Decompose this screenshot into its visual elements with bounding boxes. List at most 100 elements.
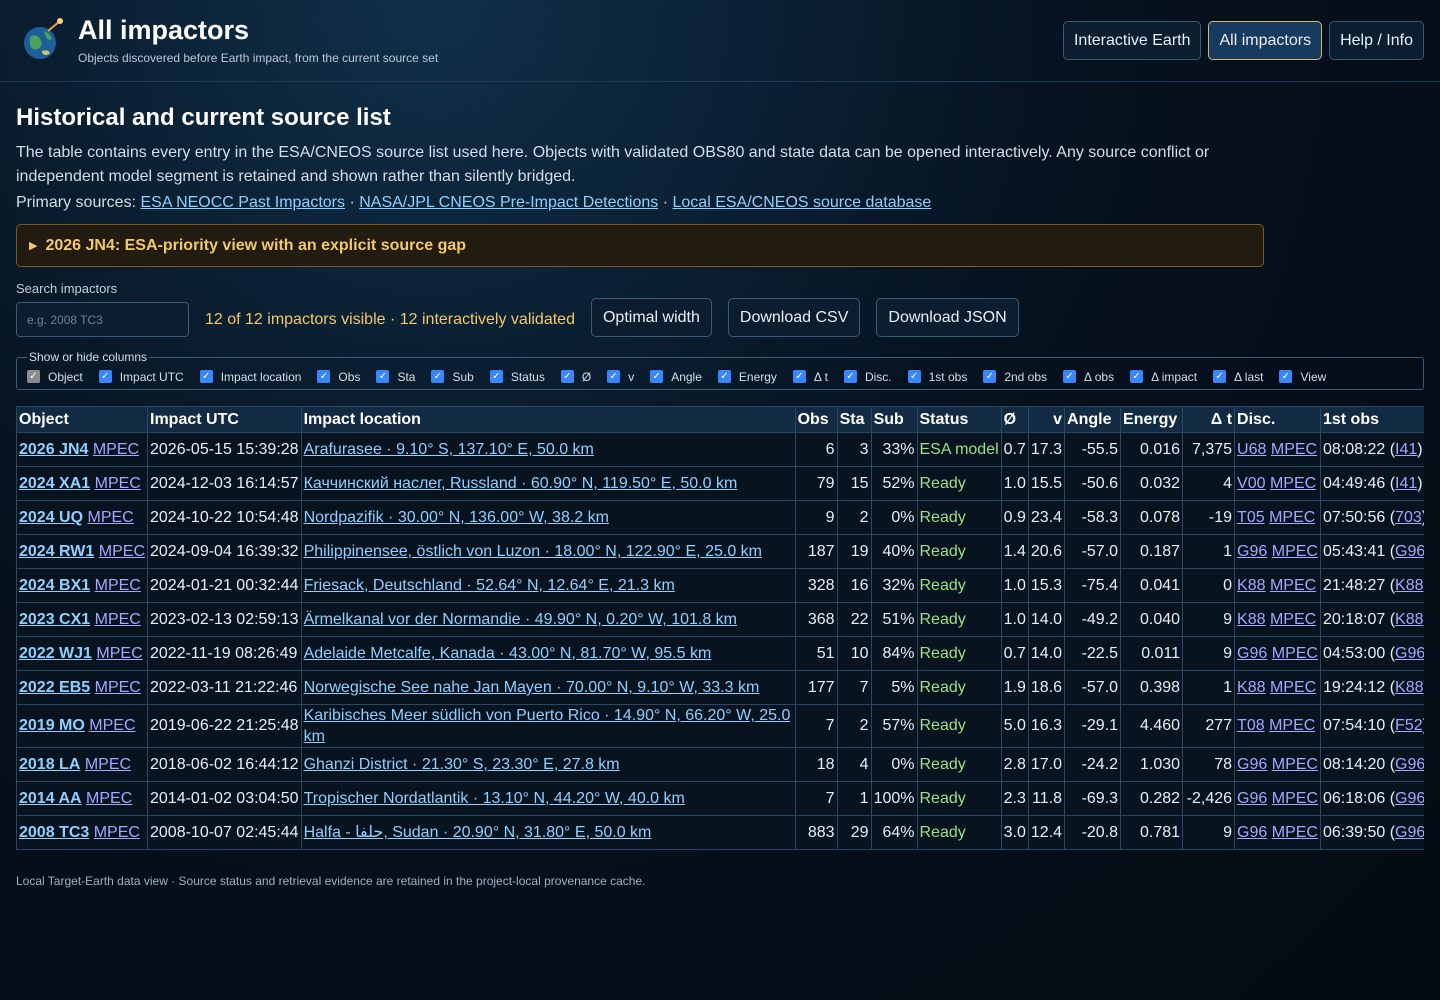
discovery-code-link[interactable]: T08 (1237, 717, 1265, 734)
column-header[interactable]: Δ t (1182, 406, 1236, 433)
checkbox-icon[interactable]: ✓ (98, 370, 112, 383)
checkbox-icon[interactable]: ✓ (1063, 370, 1077, 383)
source-link-local-db[interactable]: Local ESA/CNEOS source database (673, 194, 932, 211)
mpec-link[interactable]: MPEC (95, 679, 141, 696)
impactors-table-wrapper[interactable]: Object Impact UTC Impact location Obs Sta Sub… (16, 406, 1424, 850)
nav-all-impactors-button[interactable]: All impactors (1208, 21, 1323, 60)
impact-location-link[interactable]: Tropischer Nordatlantik · 13.10° N, 44.2… (304, 790, 685, 807)
column-header[interactable]: Ø (1000, 406, 1029, 433)
impact-location-link[interactable]: Adelaide Metcalfe, Kanada · 43.00° N, 81… (304, 645, 712, 662)
impact-location-link[interactable]: Каччинский наслег, Russland · 60.90° N, … (304, 475, 738, 492)
first-obs-station-link[interactable]: I41 (1395, 441, 1417, 458)
object-link[interactable]: 2022 WJ1 (19, 645, 92, 662)
discovery-code-link[interactable]: G96 (1237, 645, 1267, 662)
table-row[interactable]: 2014 AA MPEC 2014-01-02 03:04:50 Tropische… (16, 781, 1424, 816)
mpec-link[interactable]: MPEC (99, 543, 145, 560)
first-obs-station-link[interactable]: G96 (1395, 543, 1424, 560)
search-input[interactable] (16, 302, 189, 337)
discovery-code-link[interactable]: K88 (1237, 611, 1265, 628)
object-link[interactable]: 2024 UQ (19, 509, 83, 526)
impact-location-link[interactable]: Norwegische See nahe Jan Mayen · 70.00° … (304, 679, 760, 696)
checkbox-icon[interactable]: ✓ (431, 370, 445, 383)
column-toggle-item[interactable]: ✓ Angle (650, 370, 702, 384)
download-json-button[interactable]: Download JSON (876, 298, 1019, 337)
checkbox-icon[interactable]: ✓ (489, 370, 503, 383)
checkbox-icon[interactable]: ✓ (376, 370, 390, 383)
discovery-code-link[interactable]: V00 (1237, 475, 1265, 492)
column-toggle-item[interactable]: ✓ Impact location (199, 370, 301, 384)
checkbox-icon[interactable]: ✓ (717, 370, 731, 383)
discovery-code-link[interactable]: K88 (1237, 577, 1265, 594)
column-header[interactable]: Status (916, 406, 1002, 433)
table-row[interactable]: 2022 EB5 MPEC 2022-03-11 21:22:46 Norwegis… (16, 670, 1424, 705)
column-header[interactable]: Energy (1120, 406, 1184, 433)
mpec-link[interactable]: MPEC (88, 509, 134, 526)
column-toggle-item[interactable]: ✓ Obs (317, 370, 360, 384)
discovery-code-link[interactable]: K88 (1237, 679, 1265, 696)
first-obs-station-link[interactable]: K88 (1395, 577, 1423, 594)
first-obs-station-link[interactable]: K88 (1395, 611, 1423, 628)
checkbox-icon[interactable]: ✓ (1279, 370, 1293, 383)
discovery-code-link[interactable]: T05 (1237, 509, 1265, 526)
object-link[interactable]: 2026 JN4 (19, 441, 88, 458)
column-toggle-item[interactable]: ✓ View (1279, 370, 1326, 384)
optimal-width-button[interactable]: Optimal width (590, 298, 712, 337)
column-header[interactable]: Angle (1064, 406, 1122, 433)
table-row[interactable]: 2023 CX1 MPEC 2023-02-13 02:59:13 Ärmelkan… (16, 602, 1424, 637)
table-row[interactable]: 2026 JN4 MPEC 2026-05-15 15:39:28 Arafuras… (16, 432, 1424, 467)
mpec-link[interactable]: MPEC (86, 790, 132, 807)
checkbox-icon[interactable]: ✓ (1130, 370, 1144, 383)
checkbox-icon[interactable]: ✓ (650, 370, 664, 383)
column-toggle-item[interactable]: ✓ Sta (376, 370, 415, 384)
checkbox-icon[interactable]: ✓ (607, 370, 621, 383)
column-toggle-item[interactable]: ✓ Disc. (843, 370, 892, 384)
column-header[interactable]: 1st obs (1319, 406, 1424, 433)
mpec-link[interactable]: MPEC (96, 645, 142, 662)
first-obs-station-link[interactable]: K88 (1395, 679, 1423, 696)
table-row[interactable]: 2024 XA1 MPEC 2024-12-03 16:14:57 Каччинск… (16, 466, 1424, 501)
object-link[interactable]: 2014 AA (19, 790, 82, 807)
checkbox-icon[interactable]: ✓ (199, 370, 213, 383)
checkbox-icon[interactable]: ✓ (983, 370, 997, 383)
column-header[interactable]: Impact location (300, 406, 796, 433)
first-obs-station-link[interactable]: G96 (1395, 756, 1424, 773)
impact-location-link[interactable]: Philippinensee, östlich von Luzon · 18.0… (304, 543, 762, 560)
mpec-link[interactable]: MPEC (95, 475, 141, 492)
impact-location-link[interactable]: Ärmelkanal vor der Normandie · 49.90° N,… (304, 611, 737, 628)
column-toggle-item[interactable]: ✓ Object (27, 370, 83, 384)
mpec-link[interactable]: MPEC (95, 577, 141, 594)
table-row[interactable]: 2024 RW1 MPEC 2024-09-04 16:39:32 Philippi… (16, 534, 1424, 569)
object-link[interactable]: 2024 RW1 (19, 543, 94, 560)
column-header[interactable]: Disc. (1234, 406, 1321, 433)
column-header[interactable]: Sub (870, 406, 918, 433)
column-toggle-item[interactable]: ✓ Δ obs (1063, 370, 1114, 384)
table-row[interactable]: 2024 UQ MPEC 2024-10-22 10:54:48 Nordpazif… (16, 500, 1424, 535)
table-row[interactable]: 2024 BX1 MPEC 2024-01-21 00:32:44 Friesack… (16, 568, 1424, 603)
checkbox-icon[interactable]: ✓ (792, 370, 806, 383)
checkbox-icon[interactable]: ✓ (1213, 370, 1227, 383)
discovery-mpec-link[interactable]: MPEC (1270, 611, 1316, 628)
column-header[interactable]: Sta (836, 406, 872, 433)
nav-interactive-earth-button[interactable]: Interactive Earth (1062, 21, 1202, 60)
table-row[interactable]: 2018 LA MPEC 2018-06-02 16:44:12 Ghanzi Di… (16, 747, 1424, 782)
discovery-mpec-link[interactable]: MPEC (1270, 679, 1316, 696)
checkbox-icon[interactable]: ✓ (27, 370, 40, 383)
column-header[interactable]: Impact UTC (147, 406, 302, 433)
column-toggle-item[interactable]: ✓ Status (489, 370, 545, 384)
source-link-esa-neocc[interactable]: ESA NEOCC Past Impactors (140, 194, 345, 211)
discovery-mpec-link[interactable]: MPEC (1269, 717, 1315, 734)
column-toggle-item[interactable]: ✓ Impact UTC (98, 370, 184, 384)
discovery-mpec-link[interactable]: MPEC (1272, 790, 1318, 807)
discovery-mpec-link[interactable]: MPEC (1271, 441, 1317, 458)
column-toggle-item[interactable]: ✓ Δ impact (1130, 370, 1197, 384)
impact-location-link[interactable]: Karibisches Meer südlich von Puerto Rico… (304, 707, 791, 745)
column-toggle-item[interactable]: ✓ Sub (431, 370, 474, 384)
discovery-code-link[interactable]: G96 (1237, 824, 1267, 841)
impact-location-link[interactable]: Arafurasee · 9.10° S, 137.10° E, 50.0 km (304, 441, 594, 458)
impact-location-link[interactable]: Halfa - حلفا, Sudan · 20.90° N, 31.80° E… (304, 824, 652, 841)
object-link[interactable]: 2024 XA1 (19, 475, 90, 492)
mpec-link[interactable]: MPEC (89, 717, 135, 734)
table-row[interactable]: 2008 TC3 MPEC 2008-10-07 02:45:44 Halfa - … (16, 815, 1424, 850)
impact-location-link[interactable]: Nordpazifik · 30.00° N, 136.00° W, 38.2 … (304, 509, 609, 526)
object-link[interactable]: 2022 EB5 (19, 679, 90, 696)
